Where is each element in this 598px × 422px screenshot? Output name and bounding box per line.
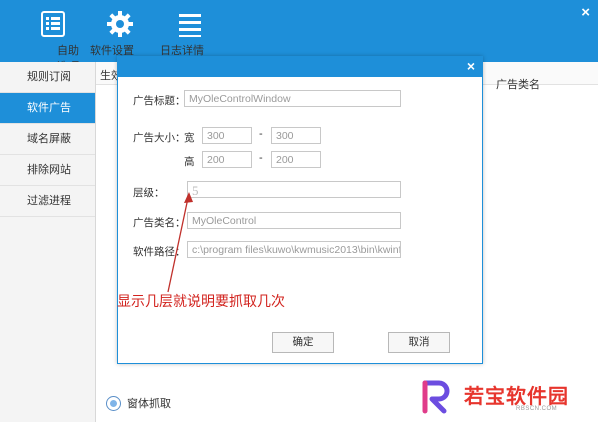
watermark-subtext: RBSCN.COM	[516, 406, 558, 412]
annotation-arrow	[167, 192, 193, 293]
watermark: 若宝软件园 RBSCN.COM	[420, 376, 598, 422]
watermark-text: 若宝软件园	[464, 386, 569, 408]
annotation-text: 显示几层就说明要抓取几次	[117, 295, 285, 310]
watermark-logo	[422, 380, 450, 414]
